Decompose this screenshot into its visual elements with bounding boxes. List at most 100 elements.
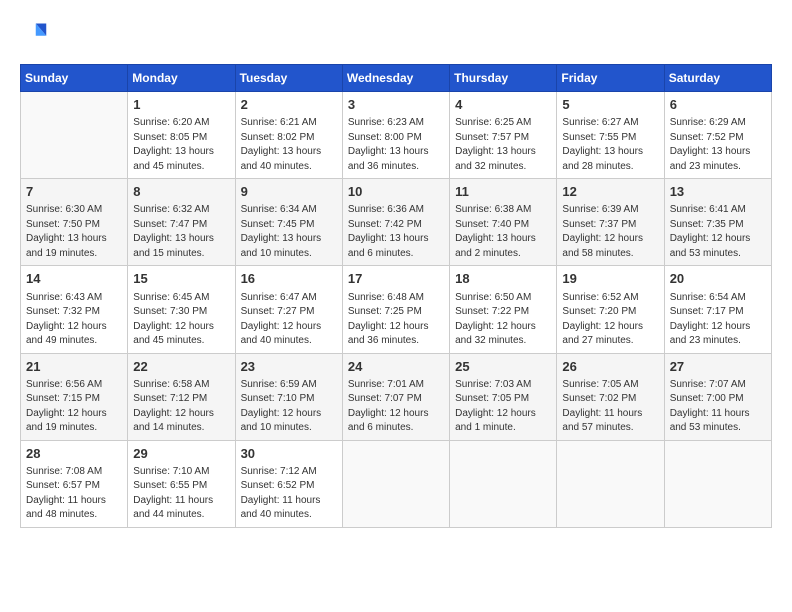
page-header — [20, 20, 772, 48]
calendar-cell: 11 Sunrise: 6:38 AM Sunset: 7:40 PM Dayli… — [450, 179, 557, 266]
calendar-cell: 14 Sunrise: 6:43 AM Sunset: 7:32 PM Dayli… — [21, 266, 128, 353]
weekday-header-monday: Monday — [128, 65, 235, 92]
day-content: Sunrise: 7:05 AM Sunset: 7:02 PM Dayligh… — [562, 378, 658, 436]
day-number: 20 — [670, 270, 766, 288]
calendar-cell — [450, 440, 557, 527]
calendar-cell — [21, 92, 128, 179]
calendar-cell — [557, 440, 664, 527]
day-content: Sunrise: 6:34 AM Sunset: 7:45 PM Dayligh… — [241, 203, 337, 261]
calendar-cell: 29 Sunrise: 7:10 AM Sunset: 6:55 PM Dayli… — [128, 440, 235, 527]
day-number: 24 — [348, 358, 444, 376]
logo-icon — [20, 20, 48, 48]
day-content: Sunrise: 6:27 AM Sunset: 7:55 PM Dayligh… — [562, 116, 658, 174]
calendar-cell: 7 Sunrise: 6:30 AM Sunset: 7:50 PM Daylig… — [21, 179, 128, 266]
calendar-cell: 23 Sunrise: 6:59 AM Sunset: 7:10 PM Dayli… — [235, 353, 342, 440]
week-row-2: 7 Sunrise: 6:30 AM Sunset: 7:50 PM Daylig… — [21, 179, 772, 266]
day-number: 13 — [670, 183, 766, 201]
day-number: 14 — [26, 270, 122, 288]
calendar-cell: 22 Sunrise: 6:58 AM Sunset: 7:12 PM Dayli… — [128, 353, 235, 440]
calendar-cell: 13 Sunrise: 6:41 AM Sunset: 7:35 PM Dayli… — [664, 179, 771, 266]
day-number: 9 — [241, 183, 337, 201]
day-content: Sunrise: 6:52 AM Sunset: 7:20 PM Dayligh… — [562, 291, 658, 349]
calendar-cell — [664, 440, 771, 527]
day-content: Sunrise: 7:10 AM Sunset: 6:55 PM Dayligh… — [133, 465, 229, 523]
calendar-cell: 2 Sunrise: 6:21 AM Sunset: 8:02 PM Daylig… — [235, 92, 342, 179]
day-content: Sunrise: 6:23 AM Sunset: 8:00 PM Dayligh… — [348, 116, 444, 174]
day-number: 7 — [26, 183, 122, 201]
weekday-header-sunday: Sunday — [21, 65, 128, 92]
weekday-header-row: SundayMondayTuesdayWednesdayThursdayFrid… — [21, 65, 772, 92]
week-row-4: 21Sunrise: 6:56 AM Sunset: 7:15 PM Dayli… — [21, 353, 772, 440]
calendar-cell: 8 Sunrise: 6:32 AM Sunset: 7:47 PM Daylig… — [128, 179, 235, 266]
calendar-cell: 25 Sunrise: 7:03 AM Sunset: 7:05 PM Dayli… — [450, 353, 557, 440]
week-row-5: 28 Sunrise: 7:08 AM Sunset: 6:57 PM Dayli… — [21, 440, 772, 527]
calendar-cell: 16Sunrise: 6:47 AM Sunset: 7:27 PM Dayli… — [235, 266, 342, 353]
day-content: Sunrise: 6:32 AM Sunset: 7:47 PM Dayligh… — [133, 203, 229, 261]
day-content: Sunrise: 7:12 AM Sunset: 6:52 PM Dayligh… — [241, 465, 337, 523]
day-number: 18 — [455, 270, 551, 288]
calendar-cell: 9 Sunrise: 6:34 AM Sunset: 7:45 PM Daylig… — [235, 179, 342, 266]
day-number: 29 — [133, 445, 229, 463]
calendar-cell: 6Sunrise: 6:29 AM Sunset: 7:52 PM Daylig… — [664, 92, 771, 179]
day-number: 26 — [562, 358, 658, 376]
day-content: Sunrise: 6:25 AM Sunset: 7:57 PM Dayligh… — [455, 116, 551, 174]
calendar-table: SundayMondayTuesdayWednesdayThursdayFrid… — [20, 64, 772, 528]
week-row-3: 14 Sunrise: 6:43 AM Sunset: 7:32 PM Dayli… — [21, 266, 772, 353]
day-number: 3 — [348, 96, 444, 114]
day-number: 16 — [241, 270, 337, 288]
day-number: 19 — [562, 270, 658, 288]
calendar-cell: 28 Sunrise: 7:08 AM Sunset: 6:57 PM Dayli… — [21, 440, 128, 527]
day-content: Sunrise: 7:01 AM Sunset: 7:07 PM Dayligh… — [348, 378, 444, 436]
day-number: 22 — [133, 358, 229, 376]
calendar-cell: 17Sunrise: 6:48 AM Sunset: 7:25 PM Dayli… — [342, 266, 449, 353]
calendar-cell: 1Sunrise: 6:20 AM Sunset: 8:05 PM Daylig… — [128, 92, 235, 179]
day-content: Sunrise: 7:07 AM Sunset: 7:00 PM Dayligh… — [670, 378, 766, 436]
day-number: 4 — [455, 96, 551, 114]
day-content: Sunrise: 6:38 AM Sunset: 7:40 PM Dayligh… — [455, 203, 551, 261]
day-number: 28 — [26, 445, 122, 463]
calendar-cell: 30 Sunrise: 7:12 AM Sunset: 6:52 PM Dayli… — [235, 440, 342, 527]
day-content: Sunrise: 6:59 AM Sunset: 7:10 PM Dayligh… — [241, 378, 337, 436]
weekday-header-friday: Friday — [557, 65, 664, 92]
week-row-1: 1Sunrise: 6:20 AM Sunset: 8:05 PM Daylig… — [21, 92, 772, 179]
logo — [20, 20, 52, 48]
calendar-cell: 4 Sunrise: 6:25 AM Sunset: 7:57 PM Daylig… — [450, 92, 557, 179]
day-number: 5 — [562, 96, 658, 114]
weekday-header-thursday: Thursday — [450, 65, 557, 92]
day-content: Sunrise: 6:30 AM Sunset: 7:50 PM Dayligh… — [26, 203, 122, 261]
day-number: 21 — [26, 358, 122, 376]
calendar-cell: 10Sunrise: 6:36 AM Sunset: 7:42 PM Dayli… — [342, 179, 449, 266]
calendar-cell: 5 Sunrise: 6:27 AM Sunset: 7:55 PM Daylig… — [557, 92, 664, 179]
day-content: Sunrise: 6:36 AM Sunset: 7:42 PM Dayligh… — [348, 203, 444, 261]
day-content: Sunrise: 7:08 AM Sunset: 6:57 PM Dayligh… — [26, 465, 122, 523]
calendar-cell — [342, 440, 449, 527]
calendar-cell: 21Sunrise: 6:56 AM Sunset: 7:15 PM Dayli… — [21, 353, 128, 440]
weekday-header-tuesday: Tuesday — [235, 65, 342, 92]
day-content: Sunrise: 6:21 AM Sunset: 8:02 PM Dayligh… — [241, 116, 337, 174]
day-number: 2 — [241, 96, 337, 114]
day-content: Sunrise: 6:54 AM Sunset: 7:17 PM Dayligh… — [670, 291, 766, 349]
calendar-cell: 15Sunrise: 6:45 AM Sunset: 7:30 PM Dayli… — [128, 266, 235, 353]
day-content: Sunrise: 6:29 AM Sunset: 7:52 PM Dayligh… — [670, 116, 766, 174]
day-content: Sunrise: 6:43 AM Sunset: 7:32 PM Dayligh… — [26, 291, 122, 349]
day-number: 27 — [670, 358, 766, 376]
calendar-cell: 19 Sunrise: 6:52 AM Sunset: 7:20 PM Dayli… — [557, 266, 664, 353]
day-number: 8 — [133, 183, 229, 201]
weekday-header-saturday: Saturday — [664, 65, 771, 92]
day-number: 11 — [455, 183, 551, 201]
day-number: 1 — [133, 96, 229, 114]
day-number: 25 — [455, 358, 551, 376]
day-number: 30 — [241, 445, 337, 463]
calendar-cell: 3 Sunrise: 6:23 AM Sunset: 8:00 PM Daylig… — [342, 92, 449, 179]
day-content: Sunrise: 6:39 AM Sunset: 7:37 PM Dayligh… — [562, 203, 658, 261]
calendar-cell: 12 Sunrise: 6:39 AM Sunset: 7:37 PM Dayli… — [557, 179, 664, 266]
day-content: Sunrise: 6:48 AM Sunset: 7:25 PM Dayligh… — [348, 291, 444, 349]
calendar-cell: 24 Sunrise: 7:01 AM Sunset: 7:07 PM Dayli… — [342, 353, 449, 440]
calendar-cell: 20 Sunrise: 6:54 AM Sunset: 7:17 PM Dayli… — [664, 266, 771, 353]
day-number: 12 — [562, 183, 658, 201]
day-content: Sunrise: 6:58 AM Sunset: 7:12 PM Dayligh… — [133, 378, 229, 436]
day-content: Sunrise: 6:41 AM Sunset: 7:35 PM Dayligh… — [670, 203, 766, 261]
day-number: 23 — [241, 358, 337, 376]
weekday-header-wednesday: Wednesday — [342, 65, 449, 92]
day-content: Sunrise: 7:03 AM Sunset: 7:05 PM Dayligh… — [455, 378, 551, 436]
